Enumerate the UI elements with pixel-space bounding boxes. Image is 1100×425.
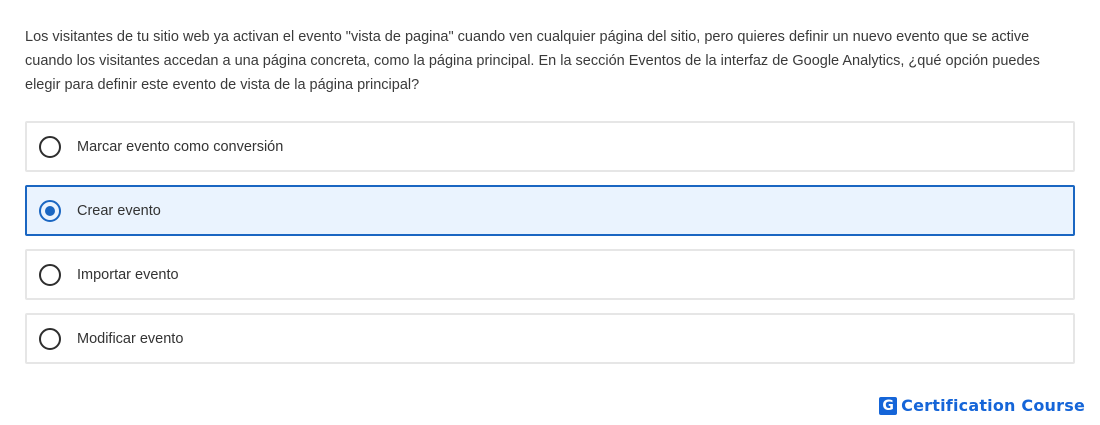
answer-options: Marcar evento como conversión Crear even… [25,121,1075,377]
radio-button-selected[interactable] [39,199,61,222]
brand-logo-icon: G [879,396,898,415]
radio-selected-dot-icon [45,205,55,216]
answer-option-label: Importar evento [77,266,179,283]
answer-option-modificar-evento[interactable]: Modificar evento [25,313,1075,364]
radio-button[interactable] [39,327,61,350]
answer-option-crear-evento[interactable]: Crear evento [25,185,1075,236]
question-text: Los visitantes de tu sitio web ya activa… [25,29,1040,93]
answer-option-importar-evento[interactable]: Importar evento [25,249,1075,300]
answer-option-label: Marcar evento como conversión [77,138,284,155]
radio-button[interactable] [39,135,61,158]
brand-watermark: G Certification Course [879,396,1085,415]
answer-option-marcar-conversion[interactable]: Marcar evento como conversión [25,121,1075,172]
brand-name: Certification Course [901,396,1085,415]
answer-option-label: Modificar evento [77,330,184,347]
radio-button[interactable] [39,263,61,286]
answer-option-label: Crear evento [77,202,161,219]
